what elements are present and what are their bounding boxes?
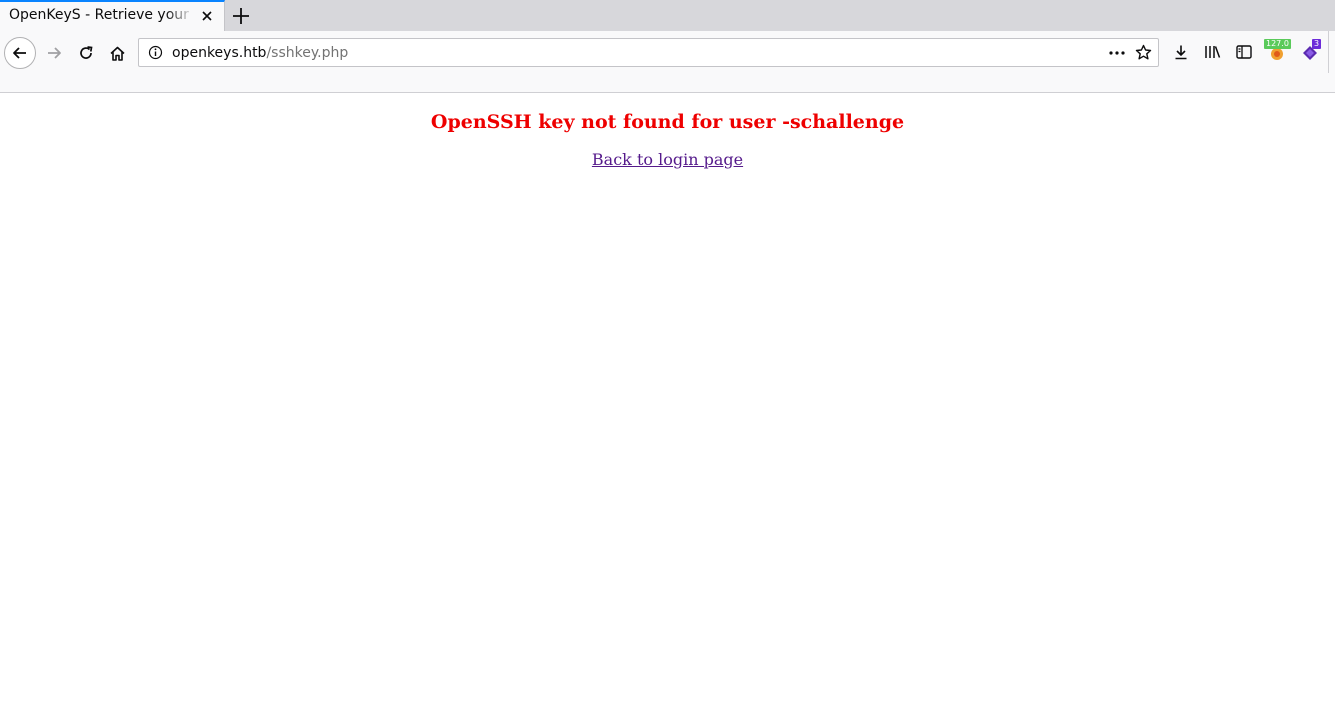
tab-strip: OpenKeyS - Retrieve your OpenSSH Key (0, 0, 1335, 31)
url-text[interactable]: openkeys.htb/sshkey.php (172, 45, 348, 61)
tab-active[interactable]: OpenKeyS - Retrieve your OpenSSH Key (0, 0, 225, 31)
home-button[interactable] (105, 41, 129, 65)
new-tab-plus-icon[interactable] (229, 4, 253, 28)
bookmarks-toolbar (0, 73, 1335, 93)
page-actions-icon[interactable] (1108, 46, 1126, 60)
library-icon (1205, 46, 1221, 58)
toolbar-overflow-edge (1328, 31, 1335, 73)
library-button[interactable] (1201, 41, 1223, 63)
page-content: OpenSSH key not found for user -schallen… (0, 93, 1335, 707)
info-icon[interactable] (148, 45, 163, 60)
home-icon (109, 46, 125, 61)
back-to-login-link[interactable]: Back to login page (592, 150, 743, 169)
error-heading: OpenSSH key not found for user -schallen… (430, 111, 905, 133)
forward-button[interactable] (42, 41, 66, 65)
back-button[interactable] (4, 37, 36, 69)
url-bar[interactable]: openkeys.htb/sshkey.php (138, 38, 1159, 67)
extension-badge: 3 (1312, 39, 1322, 49)
navigation-toolbar: openkeys.htb/sshkey.php 127.0 3 (0, 31, 1335, 73)
sidebar-icon (1236, 45, 1252, 59)
extension-badge: 127.0 (1264, 39, 1291, 49)
url-path: /sshkey.php (266, 45, 349, 61)
extension-button-2[interactable]: 3 (1296, 39, 1324, 65)
forward-icon (48, 47, 61, 59)
tab-title: OpenKeyS - Retrieve your OpenSSH Key (9, 7, 194, 23)
downloads-button[interactable] (1170, 41, 1192, 63)
reload-button[interactable] (74, 41, 98, 65)
extension-button-1[interactable]: 127.0 (1264, 39, 1291, 65)
reload-icon (80, 46, 93, 59)
bookmark-star-icon[interactable] (1135, 44, 1152, 61)
back-icon (13, 47, 26, 59)
sidebar-button[interactable] (1233, 41, 1255, 63)
close-icon[interactable] (199, 8, 215, 24)
url-host: openkeys.htb (172, 45, 267, 61)
download-icon (1175, 45, 1187, 60)
